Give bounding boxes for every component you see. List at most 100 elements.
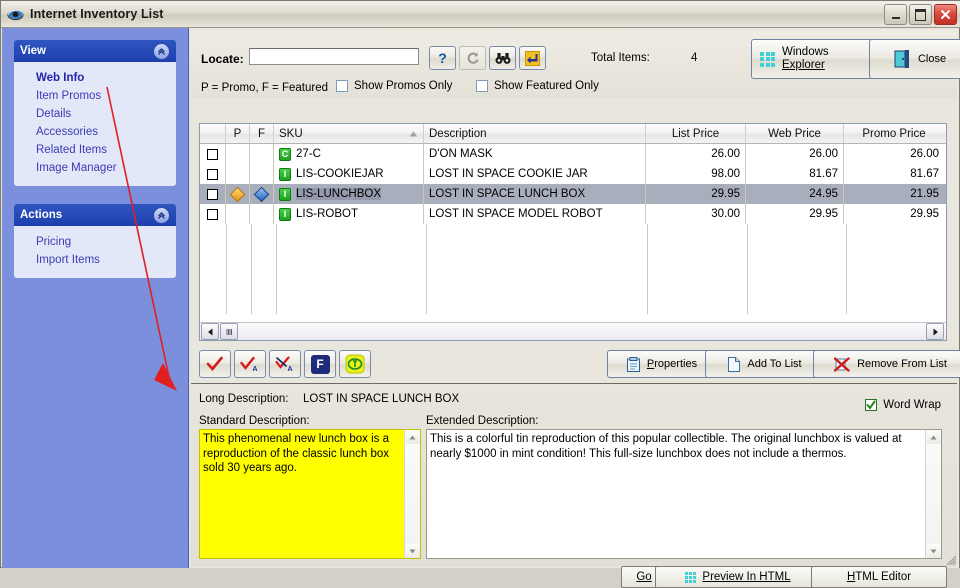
close-window-button[interactable]: Close <box>869 39 960 79</box>
promo-icon <box>345 354 365 374</box>
svg-text:A: A <box>253 366 258 372</box>
sidebar-item-details[interactable]: Details <box>14 105 176 123</box>
detail-pane: Long Description: LOST IN SPACE LUNCH BO… <box>191 383 957 567</box>
promo-toggle-button[interactable] <box>339 350 371 378</box>
uncheck-all-button[interactable]: A <box>269 350 301 378</box>
total-items-label: Total Items: <box>591 52 650 64</box>
sidebar-item-web-info[interactable]: Web Info <box>14 69 176 87</box>
find-button[interactable] <box>489 46 516 70</box>
checkbox-box <box>207 168 218 180</box>
row-featured-indicator <box>250 144 274 164</box>
preview-grid-icon <box>685 571 697 583</box>
row-sku: I LIS-COOKIEJAR <box>274 164 424 184</box>
scroll-down-button[interactable] <box>405 544 420 558</box>
chevron-up-icon[interactable] <box>153 206 170 224</box>
chevron-up-icon[interactable] <box>153 42 170 60</box>
show-featured-only-checkbox[interactable]: Show Featured Only <box>476 80 599 92</box>
row-select-checkbox[interactable] <box>200 204 226 224</box>
sidebar: View Web Info Item Promos Details Access… <box>2 28 189 568</box>
grid-header-promo[interactable]: P <box>226 124 250 143</box>
scroll-down-button[interactable] <box>926 544 941 558</box>
jump-button[interactable] <box>519 46 546 70</box>
extended-description-text[interactable]: This is a colorful tin reproduction of t… <box>427 430 925 558</box>
sidebar-item-pricing[interactable]: Pricing <box>14 233 176 251</box>
grid-header-list-price[interactable]: List Price <box>646 124 746 143</box>
preview-in-html-button[interactable]: Preview In HTML <box>655 566 821 588</box>
standard-description-scrollbar[interactable] <box>404 430 420 558</box>
sidebar-item-related-items[interactable]: Related Items <box>14 141 176 159</box>
close-button[interactable] <box>934 4 957 25</box>
grid-empty-area <box>200 224 946 314</box>
item-type-badge-icon: I <box>279 207 291 221</box>
maximize-button[interactable] <box>909 4 932 25</box>
properties-button[interactable]: Properties <box>607 350 717 378</box>
svg-text:A: A <box>288 366 293 372</box>
table-row[interactable]: I LIS-COOKIEJAR LOST IN SPACE COOKIE JAR 98… <box>200 164 946 184</box>
check-all-alt-button[interactable]: A <box>234 350 266 378</box>
check-all-button[interactable] <box>199 350 231 378</box>
grid-horizontal-scrollbar[interactable] <box>200 322 946 340</box>
minimize-button[interactable] <box>884 4 907 25</box>
row-select-checkbox[interactable] <box>200 184 226 204</box>
scroll-up-button[interactable] <box>405 430 420 444</box>
grid-header-featured[interactable]: F <box>250 124 274 143</box>
standard-description-field[interactable]: This phenomenal new lunch box is a repro… <box>199 429 421 559</box>
row-promo-indicator <box>226 184 250 204</box>
row-select-checkbox[interactable] <box>200 164 226 184</box>
featured-toggle-button[interactable]: F <box>304 350 336 378</box>
item-type-badge-icon: I <box>279 187 291 201</box>
sidebar-item-import-items[interactable]: Import Items <box>14 251 176 269</box>
sidebar-item-accessories[interactable]: Accessories <box>14 123 176 141</box>
grid-header-web-price[interactable]: Web Price <box>746 124 844 143</box>
scroll-thumb[interactable] <box>220 323 238 340</box>
window-resize-grip[interactable] <box>945 554 957 566</box>
scroll-up-button[interactable] <box>926 430 941 444</box>
add-to-list-button[interactable]: Add To List <box>705 350 825 378</box>
scroll-right-button[interactable] <box>926 323 944 340</box>
extended-description-field[interactable]: This is a colorful tin reproduction of t… <box>426 429 942 559</box>
properties-label-rest: roperties <box>654 358 698 370</box>
row-select-checkbox[interactable] <box>200 144 226 164</box>
main-content: Locate: ? Total Items: 4 Windows Explore… <box>189 28 960 588</box>
remove-from-list-button[interactable]: Remove From List <box>813 350 960 378</box>
checkbox-box <box>207 148 218 160</box>
question-mark-icon: ? <box>438 50 447 66</box>
table-row[interactable]: C 27-C D'ON MASK 26.00 26.00 26.00 <box>200 144 946 164</box>
windows-explorer-label-line2: Explorer <box>782 59 825 71</box>
row-description: LOST IN SPACE MODEL ROBOT <box>424 204 646 224</box>
total-items-value: 4 <box>691 52 698 64</box>
grid-header-sku[interactable]: SKU <box>274 124 424 143</box>
sidebar-group-actions-header[interactable]: Actions <box>14 204 176 226</box>
remove-x-icon <box>834 356 850 372</box>
word-wrap-checkbox[interactable]: Word Wrap <box>865 399 941 411</box>
sidebar-group-view-header[interactable]: View <box>14 40 176 62</box>
row-list-price: 30.00 <box>646 204 746 224</box>
row-featured-indicator <box>250 184 274 204</box>
row-promo-indicator <box>226 164 250 184</box>
sidebar-item-image-manager[interactable]: Image Manager <box>14 159 176 177</box>
help-button[interactable]: ? <box>429 46 456 70</box>
grid-header-check[interactable] <box>200 124 226 143</box>
inventory-grid[interactable]: P F SKU Description List Price Web Price… <box>199 123 947 341</box>
refresh-button[interactable] <box>459 46 486 70</box>
table-row[interactable]: I LIS-LUNCHBOX LOST IN SPACE LUNCH BOX 29.9… <box>200 184 946 204</box>
standard-description-text[interactable]: This phenomenal new lunch box is a repro… <box>200 430 404 558</box>
windows-explorer-button[interactable]: Windows Explorer <box>751 39 879 79</box>
check-mark-icon <box>206 356 223 371</box>
sidebar-item-item-promos[interactable]: Item Promos <box>14 87 176 105</box>
scroll-left-button[interactable] <box>201 323 219 340</box>
sidebar-group-view-title: View <box>20 45 46 57</box>
extended-description-scrollbar[interactable] <box>925 430 941 558</box>
grid-header-description[interactable]: Description <box>424 124 646 143</box>
item-type-badge-icon: C <box>279 147 291 161</box>
grid-header-promo-price[interactable]: Promo Price <box>844 124 944 143</box>
clipboard-icon <box>626 356 640 372</box>
sidebar-group-view-body: Web Info Item Promos Details Accessories… <box>14 62 176 186</box>
html-editor-button[interactable]: HTML Editor <box>811 566 947 588</box>
checkbox-box <box>207 208 218 220</box>
remove-from-list-label: Remove From List <box>857 358 947 370</box>
show-promos-only-checkbox[interactable]: Show Promos Only <box>336 80 452 92</box>
document-icon <box>728 356 741 372</box>
locate-input[interactable] <box>249 48 419 65</box>
table-row[interactable]: I LIS-ROBOT LOST IN SPACE MODEL ROBOT 30.00… <box>200 204 946 224</box>
